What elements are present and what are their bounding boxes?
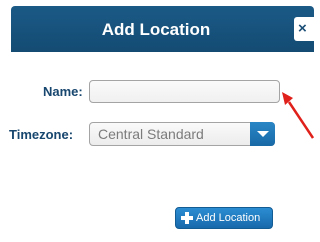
chevron-down-icon [257,131,269,137]
close-button[interactable]: × [294,17,320,41]
dialog-titlebar: Add Location [11,6,314,52]
close-icon: × [298,20,307,37]
annotation-arrow-shaft [287,101,314,139]
timezone-label: Timezone: [9,127,74,142]
annotation-arrow-head [282,92,293,105]
timezone-selected-value: Central Standard [98,126,204,142]
name-input[interactable] [89,80,280,103]
timezone-dropdown-button[interactable] [250,122,275,146]
annotation-arrow-icon [282,92,314,139]
add-location-label: Add Location [196,212,261,224]
plus-icon [181,212,193,224]
name-label: Name: [43,84,83,99]
timezone-select[interactable]: Central Standard [89,122,275,146]
dialog-title: Add Location [101,20,211,39]
add-location-button[interactable]: Add Location [175,207,273,229]
